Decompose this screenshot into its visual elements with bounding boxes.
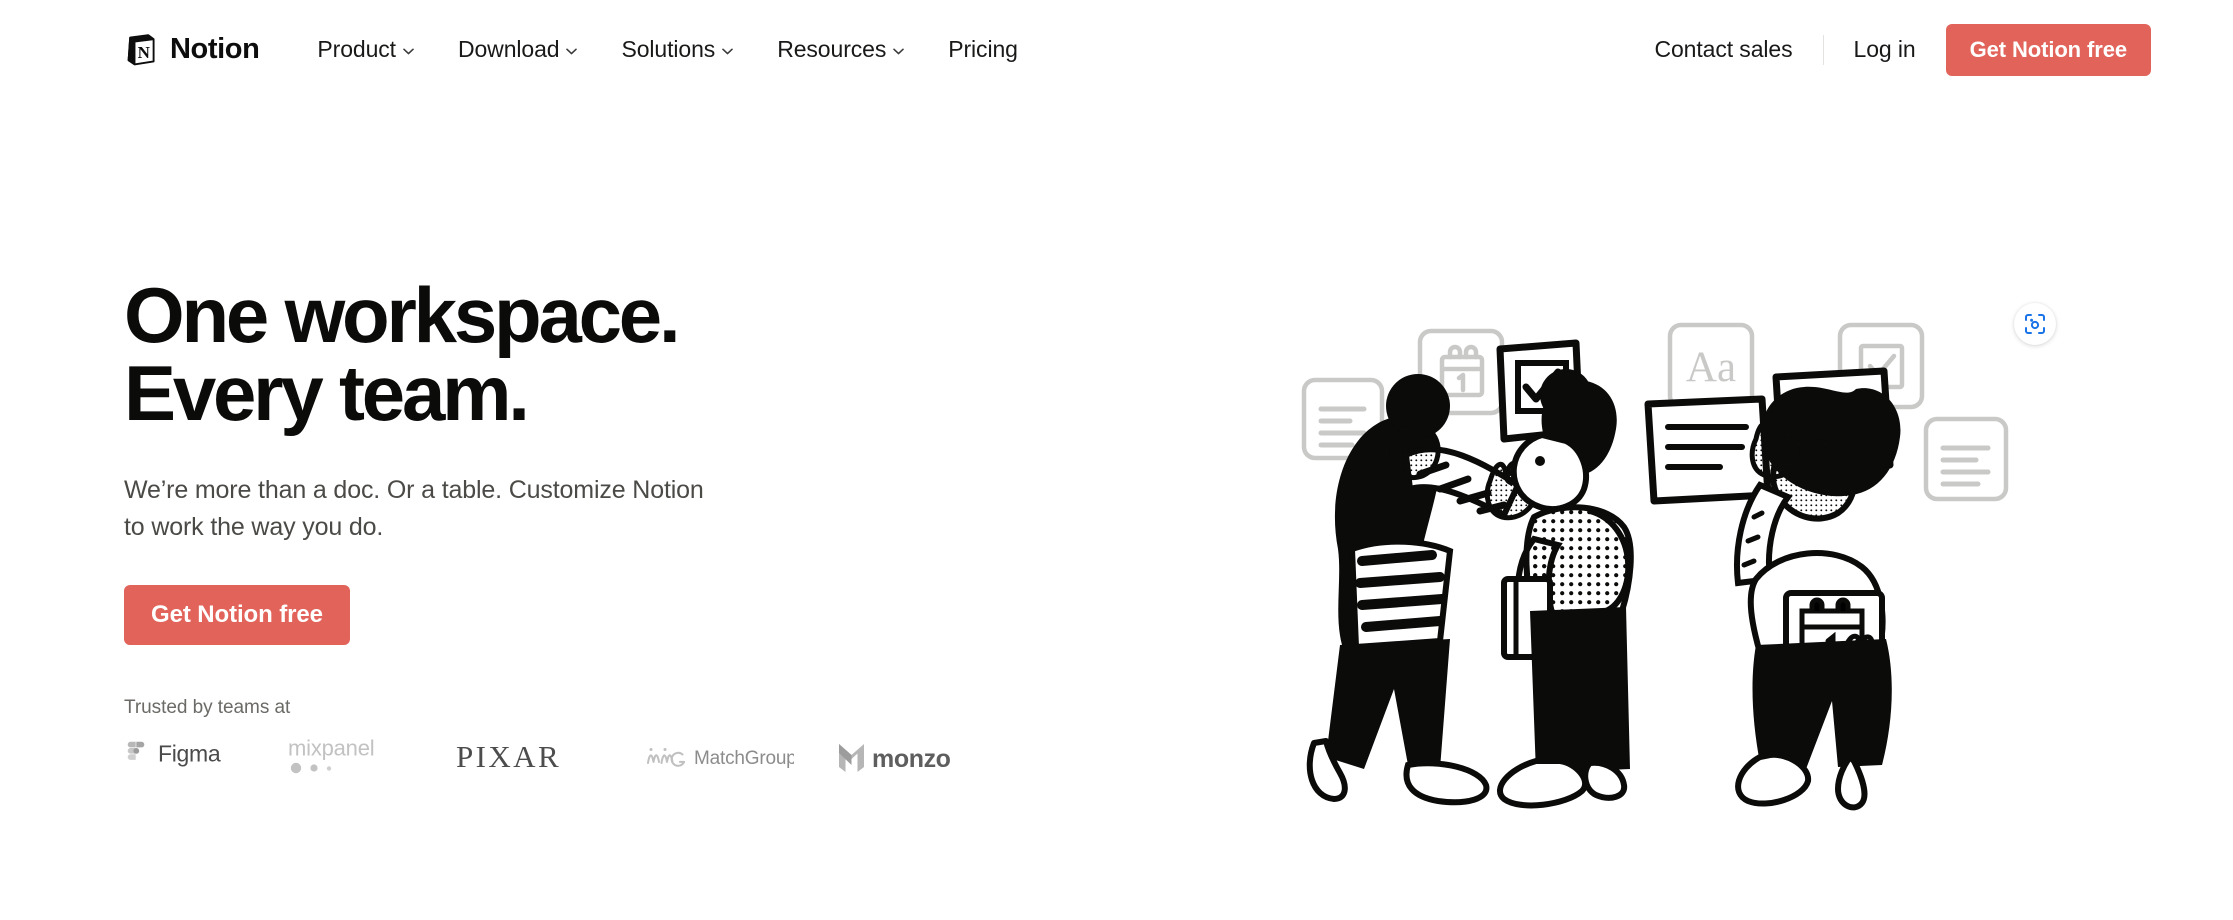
- trusted-by-label: Trusted by teams at: [124, 697, 291, 718]
- page-root: N Notion Product Download Solutions Reso…: [0, 0, 2233, 920]
- pixar-logo: PIXAR: [456, 741, 561, 774]
- chevron-down-icon: [403, 48, 414, 54]
- svg-text:mixpanel: mixpanel: [288, 738, 374, 761]
- hero-title-line-1: One workspace.: [124, 271, 681, 359]
- hero-section: One workspace. Every team. We’re more th…: [0, 99, 2233, 920]
- nav-item-solutions-label: Solutions: [621, 36, 716, 62]
- nav-item-download[interactable]: Download: [436, 28, 600, 71]
- nav-item-pricing[interactable]: Pricing: [926, 28, 1040, 71]
- svg-text:MatchGroup: MatchGroup: [694, 748, 794, 769]
- nav-item-solutions[interactable]: Solutions: [599, 28, 755, 71]
- google-lens-icon: [2025, 314, 2045, 334]
- hero-subtitle: We’re more than a doc. Or a table. Custo…: [124, 476, 704, 541]
- person-right: [1733, 367, 1901, 811]
- primary-nav: Product Download Solutions Resources Pri…: [295, 28, 1039, 71]
- log-in-link[interactable]: Log in: [1852, 28, 1918, 71]
- brand-name-label: Notion: [170, 33, 260, 65]
- google-lens-button[interactable]: [2014, 303, 2056, 345]
- nav-item-product-label: Product: [317, 36, 396, 62]
- nav-item-resources[interactable]: Resources: [755, 28, 926, 71]
- chevron-down-icon: [566, 48, 578, 54]
- nav-item-resources-label: Resources: [777, 36, 887, 62]
- chevron-down-icon: [893, 48, 905, 54]
- matchgroup-logo: MatchGroup: [647, 748, 794, 769]
- header-right-group: Contact sales Log in Get Notion free: [1652, 23, 2151, 76]
- hero-illustration: Aa: [1290, 249, 2110, 889]
- figma-logo: Figma: [127, 741, 221, 766]
- get-notion-free-hero-button[interactable]: Get Notion free: [124, 585, 350, 645]
- svg-text:monzo: monzo: [872, 745, 951, 773]
- mixpanel-logo: mixpanel: [288, 738, 375, 774]
- site-header: N Notion Product Download Solutions Reso…: [0, 0, 2233, 99]
- page-title: One workspace. Every team.: [124, 276, 884, 432]
- notion-cube-icon: N: [124, 33, 158, 67]
- monzo-logo: monzo: [839, 744, 951, 773]
- header-divider: [1822, 34, 1824, 65]
- customer-logo-row: Figma mixpanel PIXAR MatchGroup monzo: [124, 735, 951, 781]
- hero-title-line-2: Every team.: [124, 349, 530, 437]
- hero-copy-column: One workspace. Every team. We’re more th…: [124, 276, 951, 781]
- svg-text:PIXAR: PIXAR: [456, 741, 561, 774]
- nav-item-pricing-label: Pricing: [948, 36, 1018, 62]
- nav-item-product[interactable]: Product: [295, 28, 436, 71]
- svg-text:N: N: [138, 43, 151, 62]
- nav-item-download-label: Download: [457, 36, 560, 62]
- chevron-down-icon: [722, 48, 734, 54]
- contact-sales-link[interactable]: Contact sales: [1652, 28, 1794, 71]
- notion-brand-logo[interactable]: N Notion: [124, 33, 260, 67]
- person-middle: [1497, 369, 1772, 809]
- svg-text:Figma: Figma: [158, 741, 221, 766]
- get-notion-free-header-button[interactable]: Get Notion free: [1945, 23, 2151, 76]
- aa-card-label: Aa: [1686, 344, 1736, 391]
- header-left-group: N Notion Product Download Solutions Reso…: [124, 28, 1040, 71]
